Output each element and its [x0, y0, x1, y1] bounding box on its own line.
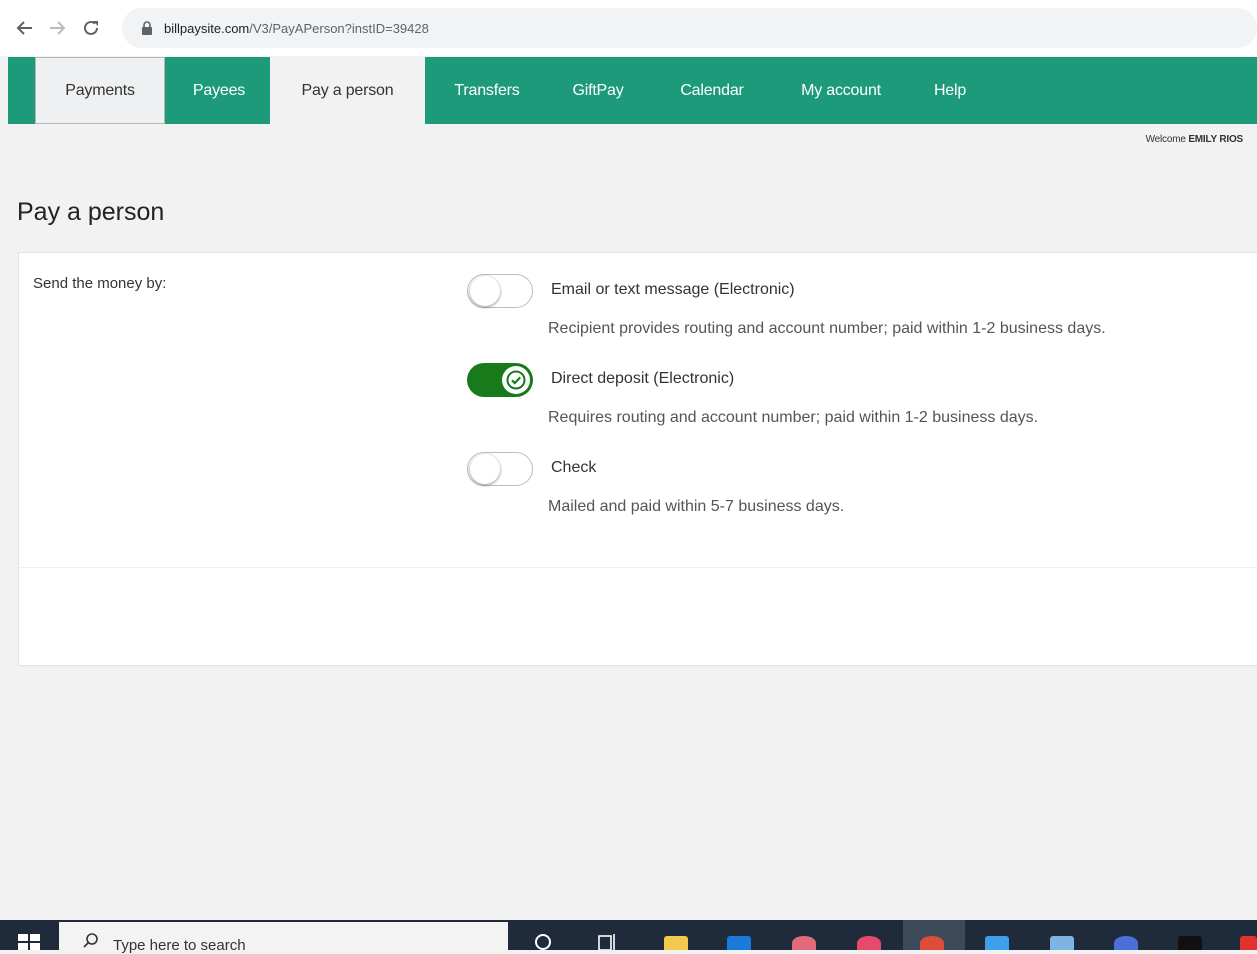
tab-my-account[interactable]: My account	[780, 57, 902, 124]
option-title: Email or text message (Electronic)	[551, 281, 795, 298]
search-placeholder: Type here to search	[113, 937, 246, 954]
welcome-user: EMILY RIOS	[1188, 134, 1243, 145]
tab-pay-a-person[interactable]: Pay a person	[270, 57, 425, 124]
tab-giftpay[interactable]: GiftPay	[552, 57, 644, 124]
option-title: Direct deposit (Electronic)	[551, 370, 735, 387]
chrome-icon[interactable]	[920, 936, 944, 950]
send-money-label: Send the money by:	[33, 275, 167, 292]
page-title: Pay a person	[17, 198, 165, 226]
welcome-message: Welcome EMILY RIOS	[1145, 134, 1244, 145]
email-text-toggle[interactable]	[467, 274, 533, 308]
main-navigation: Payments Payees Pay a person Transfers G…	[8, 57, 1257, 124]
checkmark-icon	[506, 370, 526, 390]
option-title: Check	[551, 459, 597, 476]
app-icon[interactable]	[1050, 936, 1074, 950]
panel-divider	[19, 567, 1257, 568]
payment-method-panel: Send the money by: Email or text message…	[18, 252, 1257, 666]
arrow-right-icon	[50, 21, 66, 35]
windows-start-icon[interactable]	[18, 934, 40, 950]
word-icon[interactable]	[1114, 936, 1138, 950]
task-view-icon[interactable]	[597, 932, 619, 950]
address-bar[interactable]: billpaysite.com/V3/PayAPerson?instID=394…	[122, 8, 1257, 48]
app-icon[interactable]	[792, 936, 816, 950]
tab-payees[interactable]: Payees	[171, 57, 267, 124]
toggle-knob	[470, 454, 500, 484]
welcome-prefix: Welcome	[1145, 134, 1186, 145]
browser-toolbar: billpaysite.com/V3/PayAPerson?instID=394…	[0, 0, 1257, 56]
tab-help[interactable]: Help	[918, 57, 982, 124]
option-description: Recipient provides routing and account n…	[548, 320, 1106, 337]
reload-button[interactable]	[78, 15, 104, 41]
back-button[interactable]	[12, 15, 38, 41]
tab-transfers[interactable]: Transfers	[432, 57, 542, 124]
search-icon	[83, 933, 98, 948]
arrow-left-icon	[16, 21, 32, 35]
url-host: billpaysite.com	[164, 20, 250, 36]
url-path: /V3/PayAPerson?instID=39428	[249, 20, 429, 36]
direct-deposit-toggle[interactable]	[467, 363, 533, 397]
check-toggle[interactable]	[467, 452, 533, 486]
toggle-knob	[502, 366, 530, 394]
windows-taskbar: Type here to search	[0, 920, 1257, 954]
taskbar-search[interactable]: Type here to search	[59, 922, 508, 954]
reload-icon	[84, 20, 98, 35]
lock-icon	[142, 21, 152, 35]
file-explorer-icon[interactable]	[664, 936, 688, 950]
cortana-icon[interactable]	[533, 932, 553, 950]
app-icon[interactable]	[1240, 936, 1257, 950]
music-icon[interactable]	[857, 936, 881, 950]
mail-icon[interactable]	[727, 936, 751, 950]
option-description: Requires routing and account number; pai…	[548, 409, 1039, 426]
forward-button[interactable]	[44, 15, 70, 41]
tab-calendar[interactable]: Calendar	[658, 57, 766, 124]
app-icon[interactable]	[1178, 936, 1202, 950]
tab-payments[interactable]: Payments	[35, 57, 165, 124]
toggle-knob	[470, 276, 500, 306]
photos-icon[interactable]	[985, 936, 1009, 950]
option-description: Mailed and paid within 5-7 business days…	[548, 498, 845, 515]
